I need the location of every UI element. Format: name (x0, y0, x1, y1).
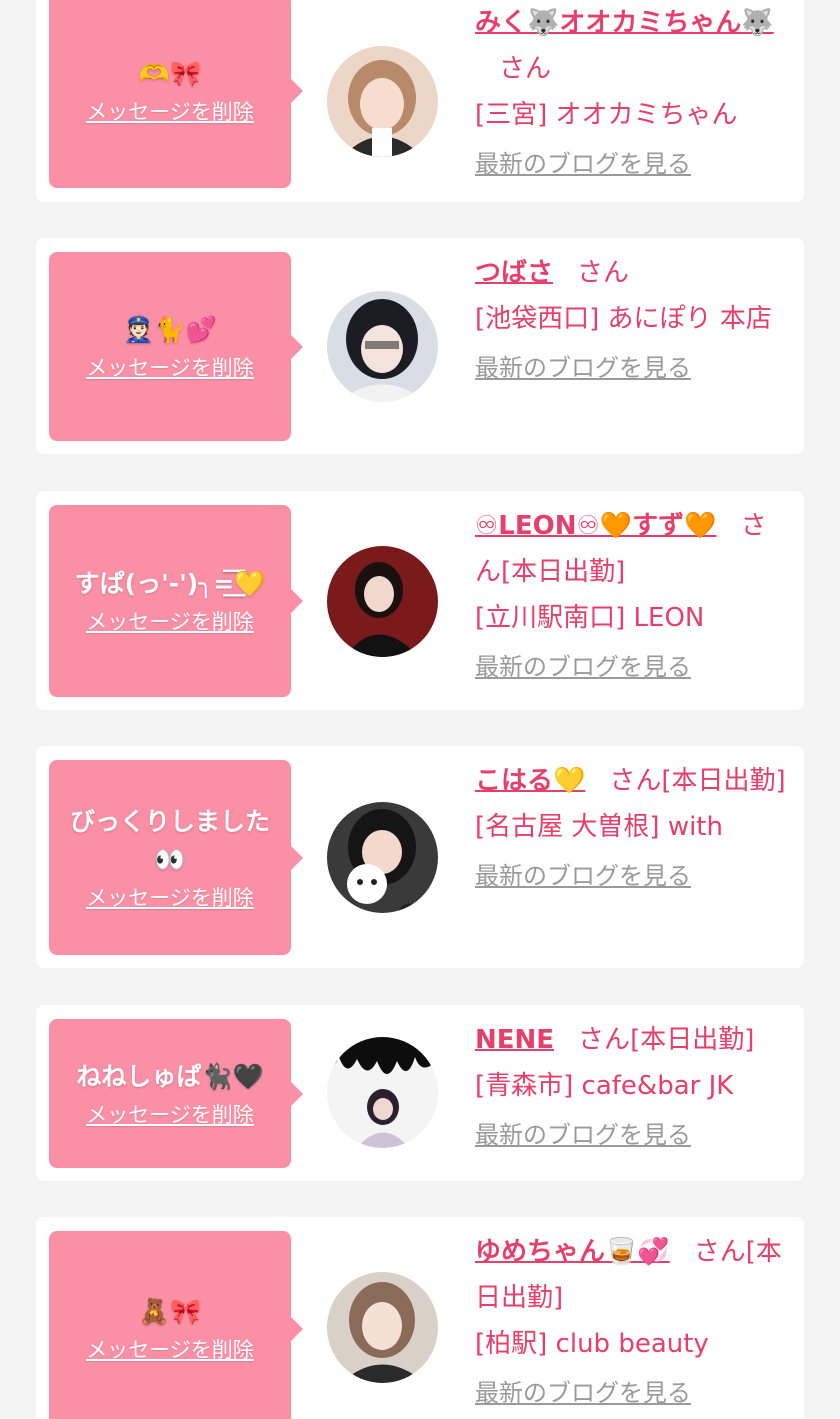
message-text: びっくりしました👀 (69, 806, 270, 874)
profile-photo-icon (327, 802, 438, 913)
sender-info: みく🐺オオカミちゃん🐺 さん [三宮] オオカミちゃん 最新のブログを見る (475, 0, 789, 184)
sender-info: つばさ さん [池袋西口] あにぽり 本店 最新のブログを見る (475, 250, 789, 388)
message-text: 🫶🎀 (138, 59, 202, 88)
shop-label: [三宮] オオカミちゃん (475, 100, 738, 130)
message-card: びっくりしました👀 メッセージを削除 こはる💛 さん[本日出勤] [名古屋 大曽根… (36, 746, 804, 968)
sender-info: ♾LEON♾🧡すず🧡 さん[本日出勤] [立川駅南口] LEON 最新のブログを見… (475, 503, 789, 687)
status-label: [本日出勤] (661, 766, 786, 796)
honorific-label: さん (499, 54, 552, 84)
avatar[interactable] (327, 46, 438, 157)
honorific-label: さん (577, 258, 630, 288)
message-card: 🧸🎀 メッセージを削除 ゆめちゃん🥃💞 さん[本日出勤] [柏駅] club be… (36, 1217, 804, 1419)
sender-name-link[interactable]: こはる💛 (475, 766, 585, 796)
message-card: 👮🏻🐈💕 メッセージを削除 つばさ さん [池袋西口] あにぽり 本店 最新のブロ… (36, 238, 804, 454)
message-text: 🧸🎀 (138, 1296, 202, 1326)
honorific-label: さん (693, 1237, 746, 1267)
message-text: 👮🏻🐈💕 (123, 314, 217, 344)
blog-link[interactable]: 最新のブログを見る (475, 348, 789, 388)
profile-photo-icon (327, 46, 438, 157)
shop-label: [池袋西口] あにぽり 本店 (475, 304, 772, 334)
sender-info: ゆめちゃん🥃💞 さん[本日出勤] [柏駅] club beauty 最新のブログを… (475, 1229, 789, 1413)
shop-label: [青森市] cafe&bar JK (475, 1071, 734, 1101)
sender-name-link[interactable]: ゆめちゃん🥃💞 (475, 1237, 670, 1267)
message-text: すぱ(っ'-')╮=͟͟͞͞💛 (74, 569, 266, 598)
delete-message-link[interactable]: メッセージを削除 (86, 1100, 254, 1130)
message-bubble: 🧸🎀 メッセージを削除 (49, 1231, 303, 1419)
avatar[interactable] (327, 1037, 438, 1148)
profile-photo-icon (327, 1037, 438, 1148)
delete-message-link[interactable]: メッセージを削除 (86, 607, 254, 637)
blog-link[interactable]: 最新のブログを見る (475, 1115, 789, 1155)
message-list: 🫶🎀 メッセージを削除 みく🐺オオカミちゃん🐺 さん [三宮] オオカミちゃん 最… (0, 0, 840, 1419)
delete-message-link[interactable]: メッセージを削除 (86, 97, 254, 127)
delete-message-link[interactable]: メッセージを削除 (86, 1335, 254, 1365)
sender-info: こはる💛 さん[本日出勤] [名古屋 大曽根] with 最新のブログを見る (475, 758, 789, 896)
shop-label: [名古屋 大曽根] with (475, 812, 723, 842)
avatar[interactable] (327, 1272, 438, 1383)
message-bubble: ねねしゅぱ🐈‍⬛🖤 メッセージを削除 (49, 1019, 303, 1168)
sender-name-link[interactable]: みく🐺オオカミちゃん🐺 (475, 8, 774, 38)
blog-link[interactable]: 最新のブログを見る (475, 647, 789, 687)
sender-name-link[interactable]: つばさ (475, 258, 553, 288)
status-label: [本日出勤] (630, 1025, 755, 1055)
delete-message-link[interactable]: メッセージを削除 (86, 883, 254, 913)
avatar[interactable] (327, 546, 438, 657)
message-bubble: すぱ(っ'-')╮=͟͟͞͞💛 メッセージを削除 (49, 505, 303, 697)
shop-label: [柏駅] club beauty (475, 1329, 709, 1359)
delete-message-link[interactable]: メッセージを削除 (86, 353, 254, 383)
blog-link[interactable]: 最新のブログを見る (475, 144, 789, 184)
message-text: ねねしゅぱ🐈‍⬛🖤 (76, 1061, 264, 1091)
sender-info: NENE さん[本日出勤] [青森市] cafe&bar JK 最新のブログを見る (475, 1017, 789, 1155)
message-card: 🫶🎀 メッセージを削除 みく🐺オオカミちゃん🐺 さん [三宮] オオカミちゃん 最… (36, 0, 804, 202)
message-card: すぱ(っ'-')╮=͟͟͞͞💛 メッセージを削除 ♾LEON♾🧡すず🧡 さん[本日… (36, 491, 804, 710)
message-card: ねねしゅぱ🐈‍⬛🖤 メッセージを削除 NENE さん[本日出勤] [青森市] ca… (36, 1005, 804, 1181)
sender-name-link[interactable]: ♾LEON♾🧡すず🧡 (475, 511, 717, 541)
avatar[interactable] (327, 291, 438, 402)
profile-photo-icon (327, 1272, 438, 1383)
message-bubble: 🫶🎀 メッセージを削除 (49, 0, 303, 188)
blog-link[interactable]: 最新のブログを見る (475, 1373, 789, 1413)
honorific-label: さん (609, 766, 662, 796)
message-bubble: 👮🏻🐈💕 メッセージを削除 (49, 252, 303, 441)
profile-photo-icon (327, 291, 438, 402)
status-label: [本日出勤] (501, 557, 626, 587)
honorific-label: さん (578, 1025, 631, 1055)
avatar[interactable] (327, 802, 438, 913)
shop-label: [立川駅南口] LEON (475, 603, 705, 633)
message-bubble: びっくりしました👀 メッセージを削除 (49, 760, 303, 955)
sender-name-link[interactable]: NENE (475, 1025, 554, 1055)
profile-photo-icon (327, 546, 438, 657)
blog-link[interactable]: 最新のブログを見る (475, 856, 789, 896)
